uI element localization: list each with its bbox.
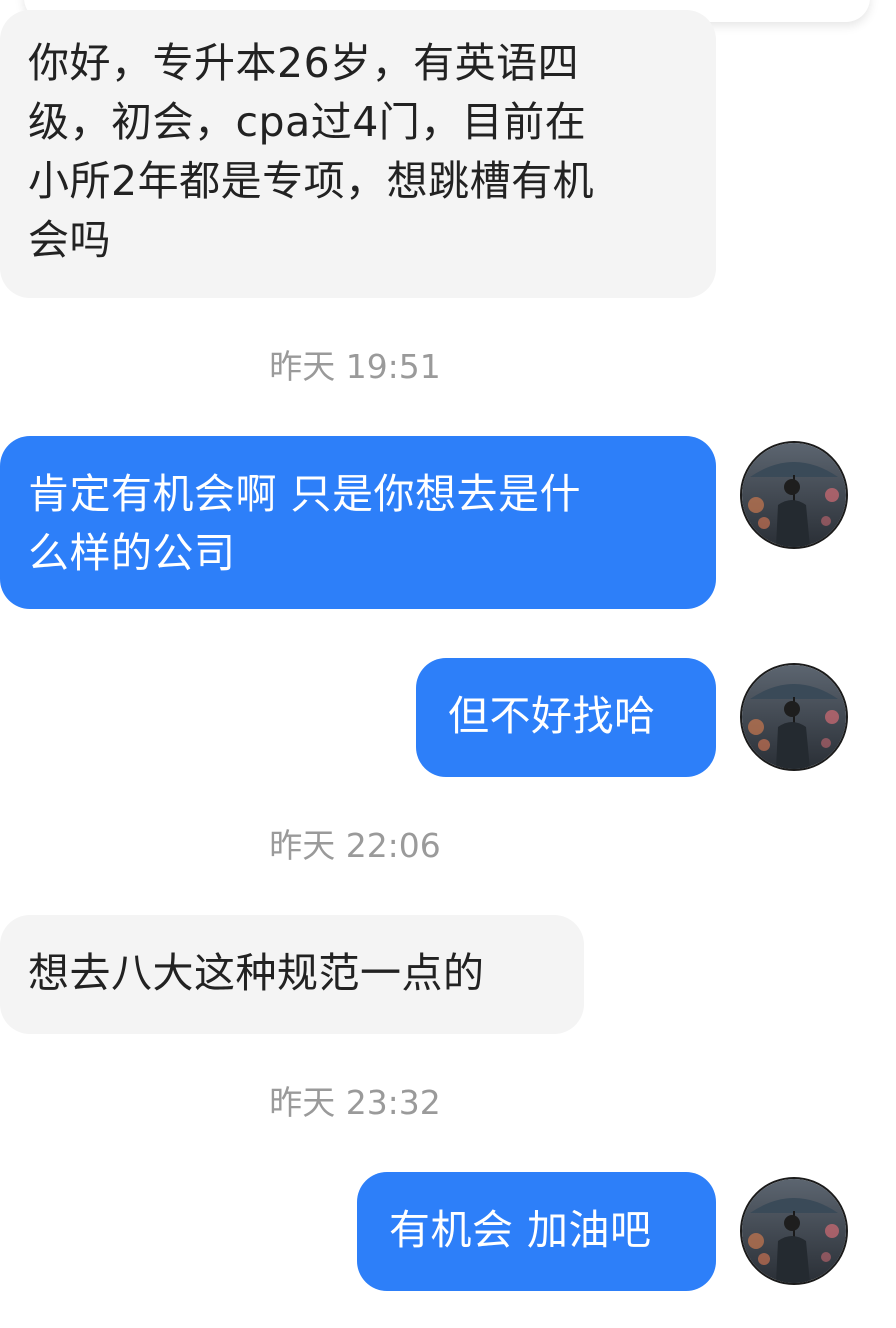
- man-with-umbrella-avatar-icon: [742, 443, 846, 547]
- message-bubble-outgoing[interactable]: 肯定有机会啊 只是你想去是什 么样的公司: [0, 436, 716, 609]
- message-text-line: 么样的公司: [28, 529, 236, 577]
- timestamp: 昨天 22:06: [269, 826, 441, 865]
- timestamp: 昨天 19:51: [269, 347, 441, 386]
- message-text-line: 小所2年都是专项，想跳槽有机: [28, 157, 595, 205]
- message-bubble-incoming[interactable]: 你好，专升本26岁，有英语四 级，初会，cpa过4门，目前在 小所2年都是专项，…: [0, 10, 716, 298]
- avatar[interactable]: [740, 441, 848, 549]
- message-text-line: 肯定有机会啊 只是你想去是什: [28, 470, 582, 518]
- message-text-line: 想去八大这种规范一点的: [28, 949, 485, 997]
- message-text-line: 级，初会，cpa过4门，目前在: [28, 98, 587, 146]
- avatar[interactable]: [740, 1177, 848, 1285]
- message-text-line: 会吗: [28, 216, 111, 264]
- avatar[interactable]: [740, 663, 848, 771]
- timestamp: 昨天 23:32: [269, 1083, 441, 1122]
- man-with-umbrella-avatar-icon: [742, 665, 846, 769]
- message-bubble-outgoing[interactable]: 有机会 加油吧: [357, 1172, 716, 1291]
- message-bubble-outgoing[interactable]: 但不好找哈: [416, 658, 716, 777]
- chat-screen[interactable]: 你好，专升本26岁，有英语四 级，初会，cpa过4门，目前在 小所2年都是专项，…: [0, 0, 896, 1328]
- message-text-line: 但不好找哈: [448, 692, 656, 740]
- message-bubble-incoming[interactable]: 想去八大这种规范一点的: [0, 915, 584, 1034]
- man-with-umbrella-avatar-icon: [742, 1179, 846, 1283]
- message-text-line: 你好，专升本26岁，有英语四: [28, 39, 580, 87]
- message-text-line: 有机会 加油吧: [389, 1206, 652, 1254]
